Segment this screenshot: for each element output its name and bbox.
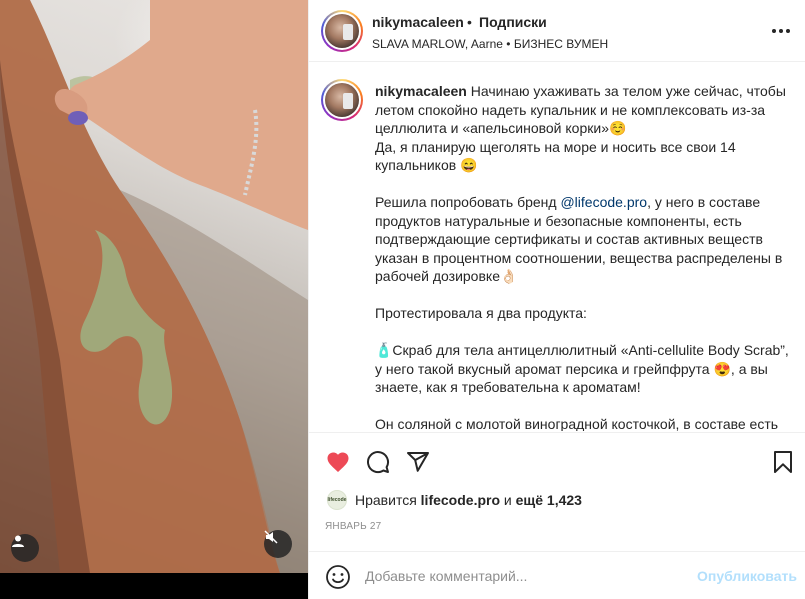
- post-media[interactable]: [0, 0, 308, 599]
- heart-filled-icon: [327, 452, 349, 472]
- author-username[interactable]: nikymacaleen: [372, 14, 464, 30]
- author-avatar[interactable]: [321, 10, 363, 52]
- likes-count[interactable]: ещё 1,423: [516, 492, 582, 508]
- post-header: nikymacaleen • Подписки SLAVA MARLOW, Aa…: [309, 0, 805, 62]
- emoji-button[interactable]: [325, 564, 351, 590]
- post-date[interactable]: ЯНВАРЬ 27: [325, 521, 381, 532]
- liker-avatar-logo: lifecode: [327, 497, 347, 503]
- caption-author-avatar[interactable]: [321, 79, 363, 121]
- comment-input[interactable]: [365, 565, 685, 587]
- likes-prefix: Нравится: [355, 492, 421, 508]
- caption-text: nikymacaleen Начинаю ухаживать за телом …: [375, 82, 795, 431]
- caption-body-part-2: , у него в составе продуктов натуральные…: [375, 194, 789, 431]
- likes-conjunction: и: [500, 492, 516, 508]
- caption-section: nikymacaleen Начинаю ухаживать за телом …: [309, 63, 805, 431]
- following-button[interactable]: Подписки: [479, 14, 547, 30]
- comment-form: Опубликовать: [309, 551, 805, 599]
- post-panel: nikymacaleen • Подписки SLAVA MARLOW, Aa…: [308, 0, 805, 599]
- caption-author-username[interactable]: nikymacaleen: [375, 83, 467, 99]
- video-frame[interactable]: [0, 0, 308, 573]
- video-image: [0, 0, 308, 573]
- header-separator: •: [467, 14, 472, 30]
- like-button[interactable]: [325, 449, 351, 475]
- user-tag-icon: [12, 535, 24, 547]
- media-bottom-bar: [0, 573, 308, 599]
- user-tag-button[interactable]: [11, 534, 39, 562]
- share-button[interactable]: [405, 449, 431, 475]
- action-bar: [309, 432, 805, 488]
- liker-username[interactable]: lifecode.pro: [421, 492, 500, 508]
- bookmark-icon: [774, 451, 792, 473]
- speaker-muted-icon: [264, 530, 278, 544]
- audio-track-link[interactable]: SLAVA MARLOW, Aarne • БИЗНЕС ВУМЕН: [372, 37, 608, 51]
- mention-link[interactable]: @lifecode.pro: [560, 194, 647, 210]
- comment-icon: [367, 451, 390, 474]
- likes-text: Нравится lifecode.pro и ещё 1,423: [355, 492, 582, 508]
- mute-button[interactable]: [264, 530, 292, 558]
- publish-button[interactable]: Опубликовать: [697, 568, 797, 584]
- comment-button[interactable]: [365, 449, 391, 475]
- caption-body-part-1: Начинаю ухаживать за телом уже сейчас, ч…: [375, 83, 786, 210]
- likes-summary: lifecode Нравится lifecode.pro и ещё 1,4…: [327, 489, 797, 511]
- share-icon: [407, 452, 429, 472]
- liker-avatar[interactable]: lifecode: [327, 490, 347, 510]
- emoji-icon: [326, 565, 350, 589]
- more-options-icon[interactable]: [772, 24, 792, 38]
- save-button[interactable]: [770, 449, 796, 475]
